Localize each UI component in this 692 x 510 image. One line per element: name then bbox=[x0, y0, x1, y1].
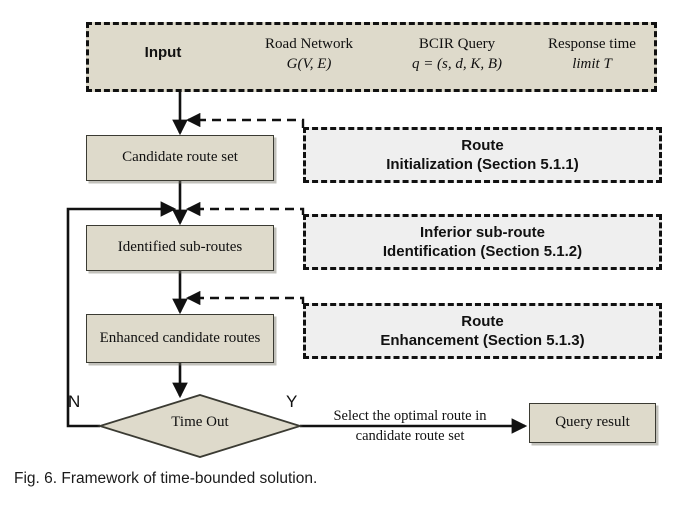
section-route-initialization-line1: Route bbox=[461, 136, 504, 154]
input-field-road-network: Road Network G(V, E) bbox=[239, 34, 379, 75]
node-candidate-route-set-label: Candidate route set bbox=[122, 149, 238, 166]
section-route-initialization: Route Initialization (Section 5.1.1) bbox=[303, 127, 662, 183]
input-field-bcir-query: BCIR Query q = (s, d, K, B) bbox=[387, 34, 527, 75]
branch-label-yes: Y bbox=[286, 392, 298, 411]
edge-section-enhancement-to-spine bbox=[185, 290, 305, 306]
input-field-bcir-query-formula: q = (s, d, K, B) bbox=[411, 56, 503, 73]
edge-label-select-optimal-route-line1: Select the optimal route in bbox=[333, 408, 487, 424]
node-identified-sub-routes: Identified sub-routes bbox=[86, 225, 274, 271]
section-route-enhancement-line2: Enhancement (Section 5.1.3) bbox=[380, 332, 585, 349]
section-inferior-sub-route-identification: Inferior sub-route Identification (Secti… bbox=[303, 214, 662, 270]
node-candidate-route-set: Candidate route set bbox=[86, 135, 274, 181]
node-query-result: Query result bbox=[529, 403, 656, 443]
node-query-result-label: Query result bbox=[555, 414, 630, 431]
input-field-road-network-title: Road Network bbox=[265, 36, 353, 52]
section-inferior-sub-route-identification-line2: Identification (Section 5.1.2) bbox=[382, 243, 583, 260]
section-route-enhancement-line1: Route bbox=[461, 312, 504, 330]
edge-section-identification-to-spine bbox=[185, 201, 305, 217]
edge-label-select-optimal-route: Select the optimal route in candidate ro… bbox=[300, 407, 520, 446]
figure-caption: Fig. 6. Framework of time-bounded soluti… bbox=[14, 470, 318, 487]
node-enhanced-candidate-routes-label: Enhanced candidate routes bbox=[99, 329, 261, 346]
flowchart-figure: Input Road Network G(V, E) BCIR Query q … bbox=[0, 0, 692, 510]
edge-label-select-optimal-route-line2: candidate route set bbox=[355, 427, 465, 444]
input-field-response-time: Response time limit T bbox=[527, 34, 657, 75]
edge-section-init-to-spine bbox=[185, 112, 305, 128]
input-banner-label: Input bbox=[144, 44, 182, 61]
node-enhanced-candidate-routes: Enhanced candidate routes bbox=[86, 314, 274, 363]
input-field-road-network-formula: G(V, E) bbox=[286, 56, 332, 73]
section-route-enhancement: Route Enhancement (Section 5.1.3) bbox=[303, 303, 662, 359]
input-field-response-time-formula: limit T bbox=[572, 56, 612, 73]
branch-label-no: N bbox=[68, 392, 81, 411]
node-identified-sub-routes-label: Identified sub-routes bbox=[117, 239, 243, 256]
decision-label-time-out: Time Out bbox=[171, 414, 229, 430]
input-field-response-time-title: Response time bbox=[548, 36, 636, 52]
section-route-initialization-line2: Initialization (Section 5.1.1) bbox=[386, 156, 579, 173]
input-field-bcir-query-title: BCIR Query bbox=[418, 36, 496, 52]
section-inferior-sub-route-identification-line1: Inferior sub-route bbox=[419, 223, 545, 241]
